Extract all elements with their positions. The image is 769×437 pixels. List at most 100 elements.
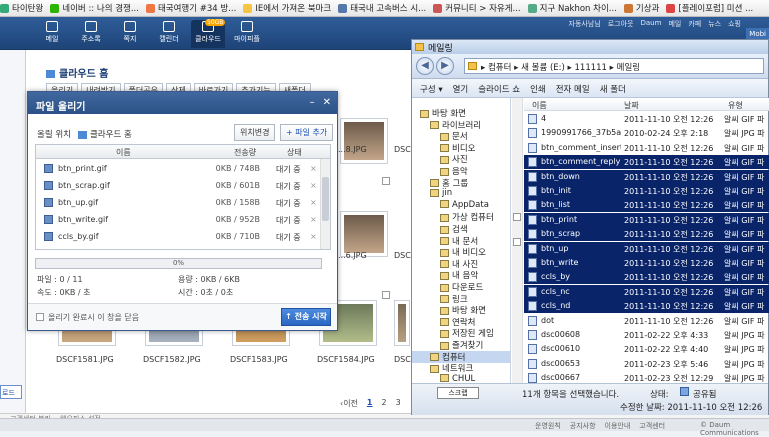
nav-item[interactable]: 문서 <box>412 130 510 142</box>
top-link[interactable]: 뉴스 <box>708 19 721 29</box>
nav-item[interactable]: 사진 <box>412 153 510 165</box>
photo-thumbnail[interactable] <box>340 118 388 164</box>
bookmark-item[interactable]: IE에서 가져온 북마크 <box>243 2 331 14</box>
change-location-button[interactable]: 위치변경 <box>234 124 276 141</box>
top-link[interactable]: 자동사남님 <box>569 19 601 29</box>
photo-label[interactable]: ...6.JPG <box>338 251 367 260</box>
remove-icon[interactable]: × <box>310 164 317 173</box>
photo-label[interactable]: DSC <box>394 251 411 260</box>
nav-item[interactable]: 다운로드 <box>412 281 510 293</box>
close-on-complete-label[interactable]: 올리기 완료시 이 창을 닫음 <box>48 312 139 323</box>
footer-link[interactable]: 이용안내 <box>605 421 631 431</box>
file-row[interactable]: btn_init 2011-11-10 오전 12:26 알씨 GIF 파 <box>524 184 769 198</box>
remove-icon[interactable]: × <box>310 232 317 241</box>
service-tab[interactable]: 메일 <box>35 20 69 48</box>
file-row[interactable]: 4 2011-11-10 오전 12:26 알씨 GIF 파 <box>524 112 769 126</box>
photo-label[interactable]: DSC <box>394 145 411 154</box>
item-checkbox[interactable] <box>513 238 521 246</box>
bookmark-item[interactable]: 네이버 :: 나의 경쟁... <box>50 2 139 14</box>
file-row[interactable]: btn_comment_reply 2011-11-10 오전 12:26 알씨 G… <box>524 155 769 170</box>
remove-icon[interactable]: × <box>310 181 317 190</box>
command-button[interactable]: 새 폴더 <box>600 83 626 95</box>
nav-item[interactable]: 내 사진 <box>412 258 510 270</box>
photo-label[interactable]: DSCF1581.JPG <box>56 355 114 364</box>
command-button[interactable]: 인쇄 <box>530 83 546 95</box>
item-checkbox[interactable] <box>513 213 521 221</box>
file-row[interactable]: ccls_by 2011-11-10 오전 12:26 알씨 GIF 파 <box>524 270 769 285</box>
top-link[interactable]: Daum <box>641 19 662 29</box>
file-row[interactable]: ccls_nc 2011-11-10 오전 12:26 알씨 GIF 파 <box>524 284 769 299</box>
close-icon[interactable]: ✕ <box>323 97 331 108</box>
add-file-button[interactable]: + 파일 추가 <box>280 124 334 141</box>
command-button[interactable]: 구성 ▾ <box>420 83 443 95</box>
upload-row[interactable]: ccls_by.gif 0KB / 710B 대기 중 × <box>36 228 321 245</box>
service-tab[interactable]: 주소록 <box>74 20 108 48</box>
forward-button[interactable]: ▶ <box>436 57 454 75</box>
back-button[interactable]: ◀ <box>416 57 434 75</box>
command-button[interactable]: 열기 <box>453 83 469 95</box>
nav-item[interactable]: 검색 <box>412 223 510 235</box>
nav-item[interactable]: 링크 <box>412 293 510 305</box>
col-date[interactable]: 날짜 <box>624 100 639 111</box>
photo-checkbox[interactable] <box>382 177 390 185</box>
page-link[interactable]: 3 <box>396 398 401 409</box>
file-row[interactable]: dsc00653 2011-02-23 오후 5:46 알씨 JPG 파 <box>524 357 769 371</box>
nav-item[interactable]: 연락처 <box>412 316 510 328</box>
bookmark-item[interactable]: 태국여행기 #34 방... <box>145 2 236 14</box>
file-row[interactable]: btn_down 2011-11-10 오전 12:26 알씨 GIF 파 <box>524 169 769 184</box>
photo-label[interactable]: DSCF1582.JPG <box>143 355 201 364</box>
footer-link[interactable]: 운영원칙 <box>535 421 561 431</box>
bookmark-item[interactable]: [플레이포럼] 미션 ... <box>666 2 753 14</box>
prev-page-link[interactable]: ‹이전 <box>340 398 358 409</box>
dialog-titlebar[interactable]: 파일 올리기 <box>28 92 337 114</box>
nav-item[interactable]: 음악 <box>412 165 510 177</box>
nav-item[interactable]: 저장된 게임 <box>412 327 510 339</box>
upload-row[interactable]: btn_print.gif 0KB / 748B 대기 중 × <box>36 160 321 177</box>
file-row[interactable]: 1990991766_37b5a... 2010-02-24 오후 2:18 알씨 … <box>524 126 769 140</box>
service-tab[interactable]: 캘린더 <box>152 20 186 48</box>
remove-icon[interactable]: × <box>310 215 317 224</box>
upload-row[interactable]: btn_scrap.gif 0KB / 601B 대기 중 × <box>36 177 321 194</box>
nav-item[interactable]: 라이브러리 <box>412 119 510 131</box>
top-link[interactable]: 메일 <box>668 19 681 29</box>
nav-item[interactable]: 가상 컴퓨터 <box>412 211 510 223</box>
start-upload-button[interactable]: ↑ 전송 시작 <box>281 308 331 326</box>
file-row[interactable]: btn_up 2011-11-10 오전 12:26 알씨 GIF 파 <box>524 241 769 256</box>
nav-item[interactable]: 내 문서 <box>412 235 510 247</box>
photo-thumbnail[interactable] <box>394 300 410 346</box>
photo-label[interactable]: DSC <box>394 355 411 364</box>
nav-item[interactable]: 컴퓨터 <box>412 350 510 363</box>
file-row[interactable]: dsc00608 2011-02-22 오후 4:33 알씨 JPG 파 <box>524 328 769 342</box>
file-row[interactable]: ccls_nd 2011-11-10 오전 12:26 알씨 GIF 파 <box>524 299 769 314</box>
command-button[interactable]: 슬라이드 쇼 <box>478 83 520 95</box>
command-button[interactable]: 전자 메일 <box>556 83 590 95</box>
file-row[interactable]: dot 2011-11-10 오전 12:26 알씨 GIF 파 <box>524 314 769 328</box>
photo-label[interactable]: DSCF1584.JPG <box>317 355 375 364</box>
file-row[interactable]: btn_list 2011-11-10 오전 12:26 알씨 GIF 파 <box>524 198 769 213</box>
service-tab[interactable]: 마이피플 <box>230 20 264 48</box>
service-tab[interactable]: 쪽지 <box>113 20 147 48</box>
minimize-icon[interactable]: – <box>310 97 315 108</box>
upload-row[interactable]: btn_write.gif 0KB / 952B 대기 중 × <box>36 211 321 228</box>
top-link[interactable]: 카페 <box>688 19 701 29</box>
upload-row[interactable]: btn_up.gif 0KB / 158B 대기 중 × <box>36 194 321 211</box>
nav-item[interactable]: 즐겨찾기 <box>412 339 510 351</box>
nav-item[interactable]: 비디오 <box>412 142 510 154</box>
bookmark-item[interactable]: 태국내 고속버스 시... <box>338 2 426 14</box>
bookmark-item[interactable]: 커뮤니티 > 자유게... <box>433 2 521 14</box>
bookmark-item[interactable]: 타이탄왕 <box>0 2 43 14</box>
nav-item[interactable]: 내 음악 <box>412 269 510 281</box>
page-link[interactable]: 1 <box>367 398 373 409</box>
explorer-titlebar[interactable]: 메일링 <box>412 40 768 54</box>
nav-item[interactable]: 내 비디오 <box>412 246 510 258</box>
file-row[interactable]: btn_print 2011-11-10 오전 12:26 알씨 GIF 파 <box>524 212 769 227</box>
footer-link[interactable]: 고객센터 <box>639 421 665 431</box>
nav-item[interactable]: 바탕 화면 <box>412 107 510 119</box>
table-scrollbar[interactable] <box>320 159 330 249</box>
nav-item[interactable]: 네트워크 <box>412 362 510 374</box>
top-link[interactable]: 로그아웃 <box>608 19 634 29</box>
remove-icon[interactable]: × <box>310 198 317 207</box>
service-tab[interactable]: 클라우드 50GB <box>191 19 226 48</box>
col-filename[interactable]: 이름 <box>532 100 547 111</box>
file-row[interactable]: dsc00610 2011-02-22 오후 4:40 알씨 JPG 파 <box>524 342 769 356</box>
